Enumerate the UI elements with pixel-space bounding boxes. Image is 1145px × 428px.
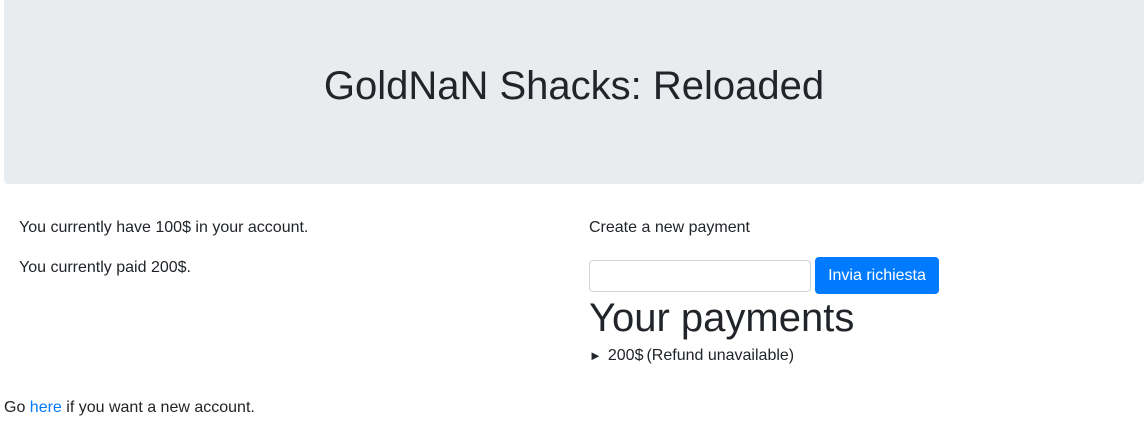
payment-amount-input[interactable] — [589, 259, 811, 292]
create-payment-label: Create a new payment — [589, 219, 750, 236]
account-summary: You currently have 100$ in your account.… — [19, 218, 559, 298]
new-account-link[interactable]: here — [30, 399, 62, 416]
refund-status: (Refund unavailable) — [646, 347, 795, 364]
paid-text: You currently paid 200$. — [19, 259, 191, 276]
balance-text: You currently have 100$ in your account. — [19, 219, 309, 236]
new-account-line: Go here if you want a new account. — [4, 398, 255, 418]
expand-triangle-icon[interactable]: ► — [589, 346, 602, 366]
footer-prefix: Go — [4, 399, 30, 416]
payment-form: Invia richiesta — [589, 257, 1129, 294]
footer-suffix: if you want a new account. — [61, 399, 255, 416]
payments-panel: Create a new payment Invia richiesta You… — [589, 218, 1129, 366]
header-jumbotron: GoldNaN Shacks: Reloaded — [4, 0, 1144, 184]
payment-amount: 200$ — [607, 347, 644, 364]
payment-list-item[interactable]: ► 200$ (Refund unavailable) — [589, 346, 1129, 366]
submit-payment-button[interactable]: Invia richiesta — [815, 257, 939, 294]
page-title: GoldNaN Shacks: Reloaded — [323, 64, 825, 108]
payments-title: Your payments — [589, 296, 855, 340]
